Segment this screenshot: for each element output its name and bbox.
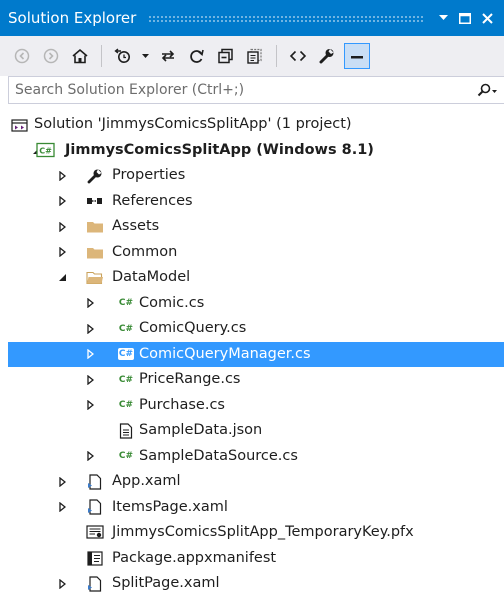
- csharp-file-icon: C#: [117, 348, 135, 361]
- tree-item[interactable]: Common: [8, 240, 504, 266]
- tree-item[interactable]: C# ComicQueryManager.cs: [8, 341, 504, 368]
- tree-item[interactable]: C# PriceRange.cs: [8, 367, 504, 393]
- home-icon[interactable]: [68, 43, 92, 69]
- drag-grip[interactable]: [148, 14, 424, 22]
- collapsed-arrow-icon[interactable]: [56, 571, 68, 597]
- collapse-all-icon[interactable]: [214, 43, 238, 69]
- tree-item-label: JimmysComicsSplitApp_TemporaryKey.pfx: [112, 524, 414, 540]
- certificate-icon: [85, 520, 105, 546]
- collapsed-arrow-icon[interactable]: [56, 163, 68, 189]
- title-bar: Solution Explorer: [0, 0, 504, 36]
- csharp-project-icon: C#: [36, 138, 56, 164]
- xaml-file-icon: [85, 495, 105, 521]
- chevron-down-icon[interactable]: [140, 43, 150, 69]
- tree-item-label: Common: [112, 243, 178, 260]
- search-box[interactable]: Search Solution Explorer (Ctrl+;): [8, 76, 504, 104]
- collapsed-arrow-icon[interactable]: [84, 291, 96, 317]
- tree-item[interactable]: C# Comic.cs: [8, 291, 504, 317]
- collapsed-arrow-icon[interactable]: [56, 189, 68, 215]
- tree-item-label: SampleData.json: [139, 422, 263, 438]
- collapsed-arrow-icon[interactable]: [56, 240, 68, 266]
- collapsed-arrow-icon[interactable]: [84, 367, 96, 393]
- tree-item[interactable]: Package.appxmanifest: [8, 546, 504, 572]
- toolbar: [0, 36, 504, 76]
- tree-item-label: SampleDataSource.cs: [139, 447, 298, 464]
- folder-icon: [85, 214, 105, 240]
- xaml-file-icon: [85, 571, 105, 597]
- csharp-file-icon: C#: [118, 451, 134, 462]
- tree-item-label: App.xaml: [112, 473, 181, 489]
- toolbar-separator: [276, 45, 277, 67]
- forward-icon[interactable]: [39, 43, 63, 69]
- solution-tree: Solution 'JimmysComicsSplitApp' (1 proje…: [8, 112, 504, 597]
- tree-item-label: PriceRange.cs: [139, 371, 241, 387]
- tree-item[interactable]: JimmysComicsSplitApp_TemporaryKey.pfx: [8, 520, 504, 546]
- collapsed-arrow-icon[interactable]: [84, 316, 96, 342]
- tree-item[interactable]: Properties: [8, 163, 504, 189]
- csharp-file-icon: C#: [118, 400, 134, 411]
- sync-with-document-icon[interactable]: [156, 43, 180, 69]
- window-position-dropdown-icon[interactable]: [434, 7, 452, 29]
- back-icon[interactable]: [10, 43, 34, 69]
- csharp-file-icon: C#: [118, 374, 134, 385]
- collapsed-arrow-icon[interactable]: [56, 495, 68, 521]
- collapsed-arrow-icon[interactable]: [56, 469, 68, 495]
- tree-item[interactable]: ItemsPage.xaml: [8, 495, 504, 521]
- pending-changes-icon[interactable]: [111, 43, 135, 69]
- tree-item[interactable]: C# SampleDataSource.cs: [8, 444, 504, 470]
- tree-item-label: Package.appxmanifest: [112, 549, 277, 566]
- tree-item-label: Properties: [112, 167, 186, 183]
- csharp-file-icon: C#: [118, 323, 134, 334]
- tree-item[interactable]: Solution 'JimmysComicsSplitApp' (1 proje…: [8, 112, 504, 138]
- tree-item-label: SplitPage.xaml: [112, 575, 220, 591]
- references-icon: [85, 189, 105, 215]
- window-title: Solution Explorer: [8, 9, 137, 27]
- collapsed-arrow-icon[interactable]: [56, 214, 68, 240]
- tree-item[interactable]: C# ComicQuery.cs: [8, 316, 504, 342]
- preview-selected-items-icon[interactable]: [344, 43, 370, 69]
- tree-item-label: Solution 'JimmysComicsSplitApp' (1 proje…: [34, 116, 352, 132]
- folder-icon: [85, 240, 105, 266]
- tree-item-label: ItemsPage.xaml: [112, 498, 228, 515]
- close-icon[interactable]: [478, 7, 496, 29]
- solution-icon: [10, 112, 30, 138]
- tree-item[interactable]: SplitPage.xaml: [8, 571, 504, 597]
- search-input[interactable]: Search Solution Explorer (Ctrl+;): [9, 82, 470, 98]
- tree-item-label: Purchase.cs: [139, 396, 225, 413]
- xaml-file-icon: [85, 469, 105, 495]
- wrench-icon: [85, 163, 105, 189]
- tree-item-label: ComicQueryManager.cs: [139, 345, 311, 362]
- folder-open-icon: [85, 265, 105, 291]
- tree-item[interactable]: Assets: [8, 214, 504, 240]
- manifest-icon: [85, 546, 105, 572]
- view-code-icon[interactable]: [286, 43, 310, 69]
- tree-item[interactable]: App.xaml: [8, 469, 504, 495]
- tree-item-label: References: [112, 192, 193, 209]
- refresh-icon[interactable]: [185, 43, 209, 69]
- tree-item-label: ComicQuery.cs: [139, 320, 247, 336]
- json-file-icon: [116, 418, 136, 444]
- maximize-icon[interactable]: [456, 7, 474, 29]
- tree-item-label: JimmysComicsSplitApp (Windows 8.1): [65, 141, 374, 158]
- tree-item[interactable]: SampleData.json: [8, 418, 504, 444]
- tree-item[interactable]: References: [8, 189, 504, 215]
- toolbar-separator: [101, 45, 102, 67]
- csharp-file-icon: C#: [118, 298, 134, 309]
- search-icon[interactable]: [470, 83, 504, 97]
- tree-item-label: Assets: [112, 218, 160, 234]
- expanded-arrow-icon[interactable]: [56, 265, 68, 291]
- tree-item-label: Comic.cs: [139, 294, 205, 311]
- tree-item[interactable]: C# Purchase.cs: [8, 393, 504, 419]
- svg-text:C#: C#: [39, 147, 52, 156]
- tree-item[interactable]: C# JimmysComicsSplitApp (Windows 8.1): [8, 138, 504, 164]
- collapsed-arrow-icon[interactable]: [84, 444, 96, 470]
- tree-item[interactable]: DataModel: [8, 265, 504, 291]
- collapsed-arrow-icon[interactable]: [84, 342, 96, 368]
- collapsed-arrow-icon[interactable]: [84, 393, 96, 419]
- properties-wrench-icon[interactable]: [315, 43, 339, 69]
- show-all-files-icon[interactable]: [243, 43, 267, 69]
- tree-item-label: DataModel: [112, 269, 191, 285]
